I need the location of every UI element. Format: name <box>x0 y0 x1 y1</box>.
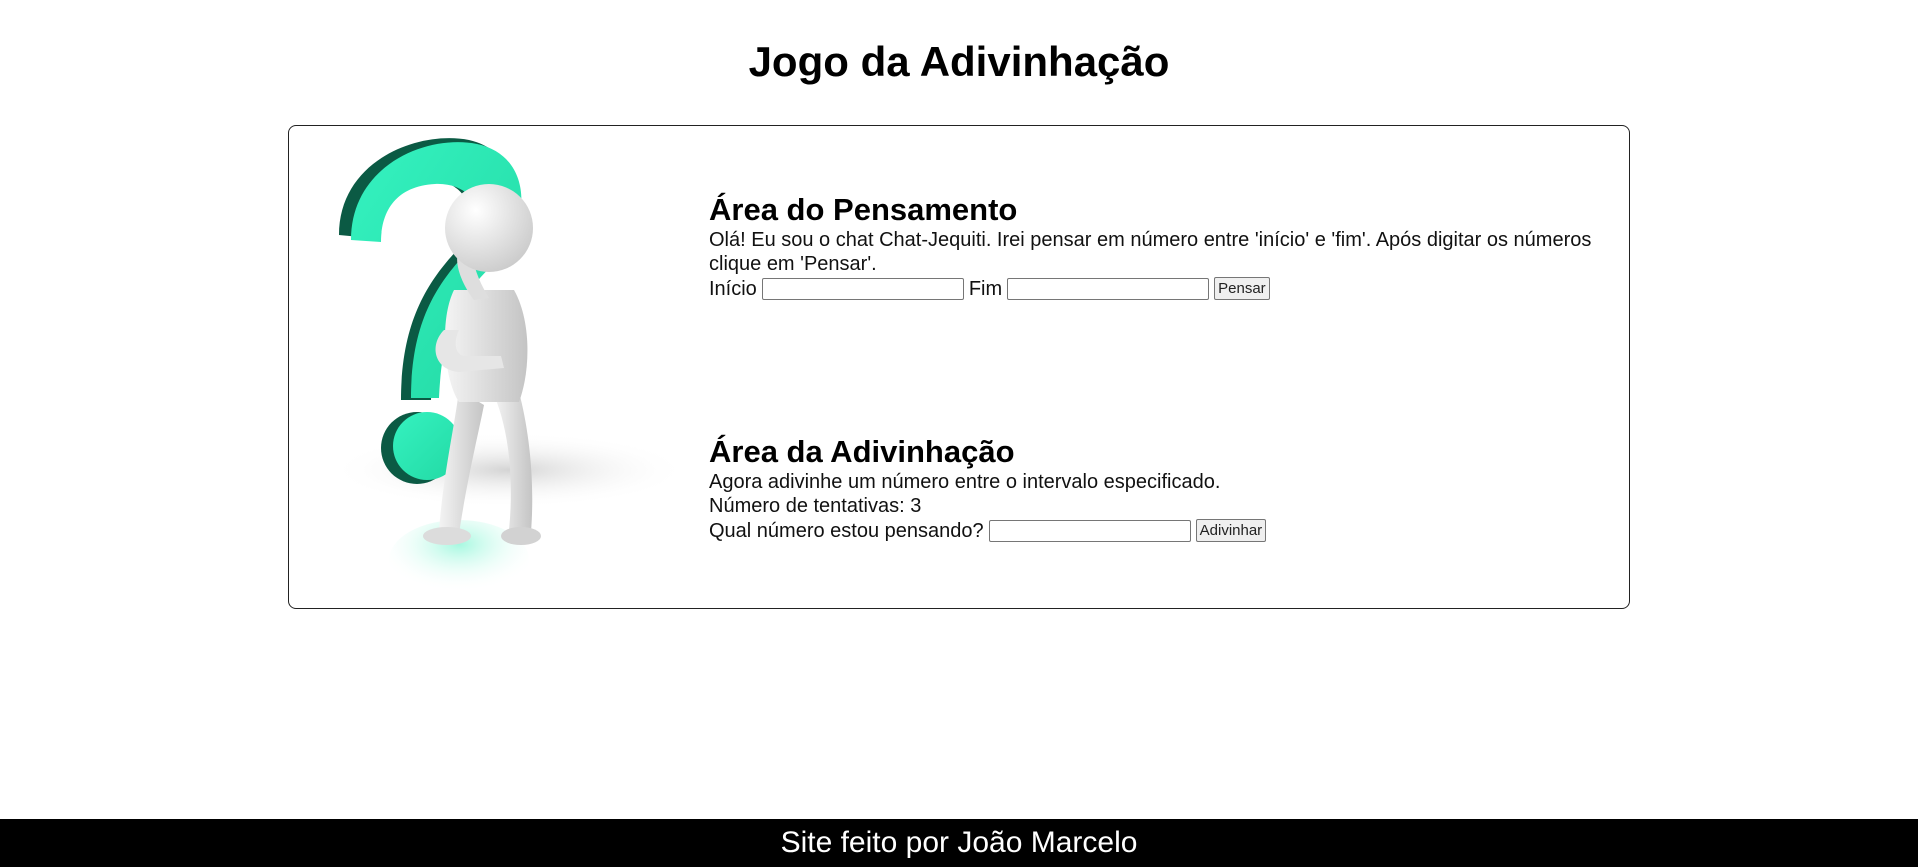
thinking-area: Área do Pensamento Olá! Eu sou o chat Ch… <box>709 192 1619 301</box>
thinking-area-description: Olá! Eu sou o chat Chat-Jequiti. Irei pe… <box>709 229 1592 275</box>
think-button[interactable]: Pensar <box>1214 277 1270 300</box>
footer: Site feito por João Marcelo <box>0 819 1918 867</box>
end-input[interactable] <box>1007 277 1210 300</box>
footer-credit: Site feito por João Marcelo <box>780 826 1138 859</box>
guess-button[interactable]: Adivinhar <box>1195 519 1267 542</box>
page-title: Jogo da Adivinhação <box>748 38 1170 85</box>
range-form: Início Fim Pensar <box>709 276 1619 301</box>
thinking-figure-question-mark-icon <box>329 138 689 600</box>
start-input[interactable] <box>761 277 964 300</box>
guessing-area: Área da Adivinhação Agora adivinhe um nú… <box>709 434 1619 543</box>
attempts-counter: Número de tentativas: 3 <box>709 495 922 517</box>
thinking-area-heading: Área do Pensamento <box>709 192 1018 227</box>
guessing-area-heading: Área da Adivinhação <box>709 434 1015 469</box>
guessing-instruction: Agora adivinhe um número entre o interva… <box>709 471 1221 493</box>
end-label: Fim <box>968 277 1003 300</box>
guess-form: Qual número estou pensando? Adivinhar <box>709 518 1619 543</box>
start-label: Início <box>709 277 757 300</box>
guess-input[interactable] <box>988 519 1191 542</box>
game-card: Área do Pensamento Olá! Eu sou o chat Ch… <box>288 125 1630 609</box>
guess-question-label: Qual número estou pensando? <box>709 519 984 542</box>
